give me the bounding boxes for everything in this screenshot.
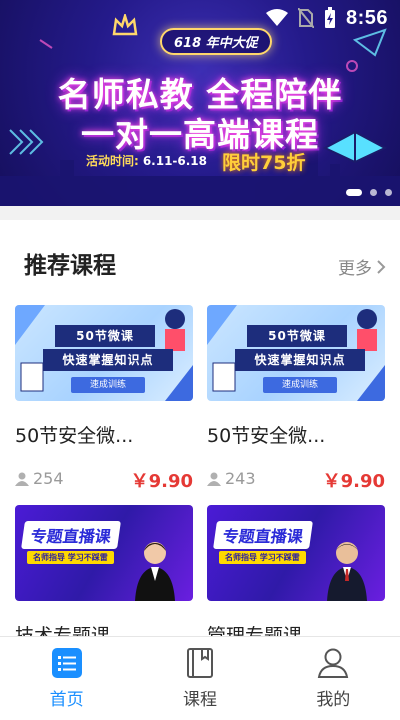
battery-charging-icon — [324, 7, 335, 28]
clock: 8:56 — [345, 6, 388, 29]
enrollment-count: 243 — [225, 469, 256, 488]
course-title: 50节安全微... — [15, 425, 134, 447]
thumbnail-line-2: 快速掌握知识点 — [235, 349, 365, 371]
tab-courses[interactable]: 课程 — [133, 637, 266, 720]
carousel-dot[interactable] — [385, 189, 392, 196]
book-icon — [186, 648, 213, 678]
tab-mine[interactable]: 我的 — [267, 637, 400, 720]
teacher-photo — [327, 542, 367, 601]
activity-dates: 6.11-6.18 — [142, 154, 208, 168]
thumbnail-sub: 名师指导 学习不踩雷 — [219, 551, 306, 564]
course-meta: 254 ￥9.90 — [15, 467, 193, 492]
teacher-photo — [135, 542, 175, 601]
thumbnail-line-1: 50节微课 — [55, 325, 155, 347]
course-card[interactable]: 50节微课 快速掌握知识点 速成训练 50节安全微... 254 ￥9.90 — [15, 305, 193, 492]
promo-banner[interactable]: 8:56 618 年中大促 名师私教 全程陪伴 一对一高端课程 活动时间: 6.1… — [0, 0, 400, 206]
course-card[interactable]: 50节微课 快速掌握知识点 速成训练 50节安全微... 243 ￥9.90 — [207, 305, 385, 492]
banner-headline-2: 一对一高端课程 — [81, 115, 319, 154]
course-thumbnail: 专题直播课 名师指导 学习不踩雷 — [207, 505, 385, 601]
thumbnail-sub: 速成训练 — [71, 377, 145, 393]
enrollment: 243 — [207, 469, 256, 488]
carousel-dot[interactable] — [346, 189, 362, 196]
enrollment-count: 254 — [33, 469, 64, 488]
course-thumbnail: 专题直播课 名师指导 学习不踩雷 — [15, 505, 193, 601]
carousel-dot[interactable] — [370, 189, 377, 196]
home-list-icon — [51, 648, 82, 678]
course-title: 50节安全微... — [207, 425, 326, 447]
thumbnail-title: 专题直播课 — [21, 521, 121, 549]
tab-label: 首页 — [49, 690, 84, 710]
course-thumbnail: 50节微课 快速掌握知识点 速成训练 — [207, 305, 385, 401]
user-icon — [318, 648, 349, 678]
more-link[interactable]: 更多 — [338, 254, 386, 279]
chevron-right-icon — [377, 259, 386, 274]
thumbnail-sub: 速成训练 — [263, 377, 337, 393]
status-bar: 8:56 — [0, 0, 400, 36]
thumbnail-line-2: 快速掌握知识点 — [43, 349, 173, 371]
activity-label: 活动时间: — [86, 154, 139, 168]
bottom-tab-bar: 首页 课程 我的 — [0, 636, 400, 720]
no-sim-icon — [297, 8, 314, 28]
tab-label: 我的 — [316, 690, 351, 710]
course-thumbnail: 50节微课 快速掌握知识点 速成训练 — [15, 305, 193, 401]
thumbnail-title: 专题直播课 — [213, 521, 313, 549]
course-card[interactable]: 专题直播课 名师指导 学习不踩雷 管理专题课 — [207, 505, 385, 647]
section-title: 推荐课程 — [24, 253, 116, 279]
activity-time: 活动时间: 6.11-6.18 — [86, 152, 207, 169]
carousel-indicator[interactable] — [346, 189, 392, 196]
recommended-header: 推荐课程 更多 — [0, 240, 400, 280]
more-label: 更多 — [338, 259, 372, 279]
enrollment: 254 — [15, 469, 64, 488]
wifi-icon — [265, 9, 288, 26]
tab-label: 课程 — [182, 690, 217, 710]
course-price: ￥9.90 — [322, 471, 385, 492]
person-icon — [207, 472, 221, 486]
tab-home[interactable]: 首页 — [0, 637, 133, 720]
section-divider — [0, 206, 400, 220]
course-card[interactable]: 专题直播课 名师指导 学习不踩雷 技术专题课 — [15, 505, 193, 647]
course-price: ￥9.90 — [130, 471, 193, 492]
thumbnail-sub: 名师指导 学习不踩雷 — [27, 551, 114, 564]
person-icon — [15, 472, 29, 486]
limited-offer: 限时75折 — [222, 152, 306, 174]
thumbnail-line-1: 50节微课 — [247, 325, 347, 347]
course-meta: 243 ￥9.90 — [207, 467, 385, 492]
